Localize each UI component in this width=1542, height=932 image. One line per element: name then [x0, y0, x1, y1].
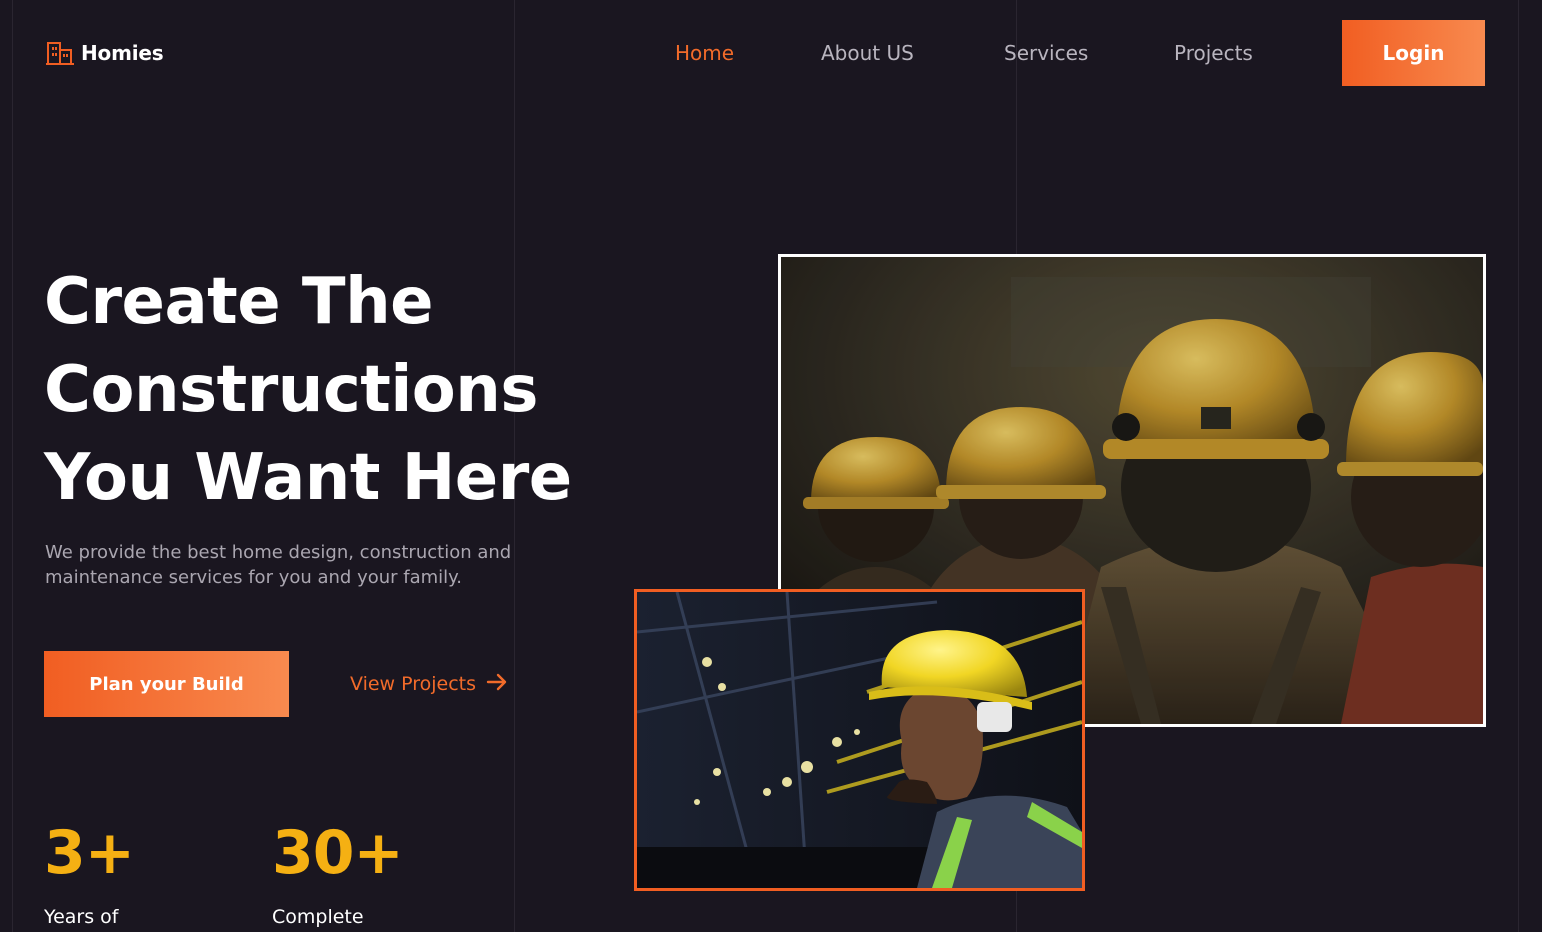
- nav-services[interactable]: Services: [1004, 40, 1088, 66]
- landing-page: Homies Home About US Services Projects L…: [0, 0, 1542, 932]
- hero-subtitle: We provide the best home design, constru…: [45, 540, 605, 590]
- nav-about-us[interactable]: About US: [821, 40, 914, 66]
- hero-title-line: You Want Here: [44, 441, 572, 515]
- stat-label: Years of: [44, 906, 119, 928]
- hero-image-worker: [634, 589, 1085, 891]
- hero-title: Create The Constructions You Want Here: [44, 258, 684, 522]
- grid-line: [12, 0, 13, 932]
- brand-logo[interactable]: Homies: [46, 40, 164, 66]
- stat-value: 3+: [44, 818, 135, 888]
- hero-subtitle-line: maintenance services for you and your fa…: [45, 567, 462, 588]
- plan-your-build-button[interactable]: Plan your Build: [44, 651, 289, 717]
- stat-value: 30+: [272, 818, 404, 888]
- stat-projects: 30+ Complete: [272, 818, 404, 928]
- login-button[interactable]: Login: [1342, 20, 1485, 86]
- arrow-right-icon: [486, 672, 508, 697]
- view-projects-link[interactable]: View Projects: [350, 671, 508, 697]
- hero-title-line: Constructions: [44, 353, 538, 427]
- hero-subtitle-line: We provide the best home design, constru…: [45, 542, 512, 563]
- building-icon: [46, 40, 74, 66]
- hero-title-line: Create The: [44, 265, 434, 339]
- nav-home[interactable]: Home: [675, 40, 734, 66]
- grid-line: [1518, 0, 1519, 932]
- stat-years: 3+ Years of: [44, 818, 135, 928]
- stat-label: Complete: [272, 906, 364, 928]
- view-projects-label: View Projects: [350, 673, 477, 695]
- nav-projects[interactable]: Projects: [1174, 40, 1253, 66]
- brand-name: Homies: [81, 41, 164, 65]
